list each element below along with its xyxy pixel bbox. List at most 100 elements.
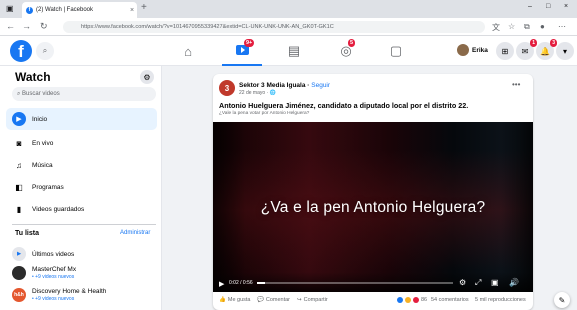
comments-count[interactable]: 54 comentarios: [431, 297, 469, 303]
settings-gear-icon[interactable]: ⚙: [459, 278, 466, 287]
sidebar-item-label: En vivo: [32, 139, 54, 147]
follow-button[interactable]: Seguir: [311, 82, 330, 89]
like-reaction-icon: [397, 297, 403, 303]
post-date[interactable]: 22 de mayo · 🌐: [239, 90, 276, 96]
window-menu-icon[interactable]: ▣: [6, 4, 14, 13]
list-item-discovery[interactable]: h&h Discovery Home & Health • +9 videos …: [12, 288, 162, 302]
translate-icon[interactable]: 文: [492, 22, 500, 33]
list-item-latest-videos[interactable]: ▶ Últimos videos: [12, 247, 162, 261]
profile-button[interactable]: Erika: [457, 44, 488, 56]
more-options-icon[interactable]: •••: [512, 80, 520, 89]
nav-gaming-icon[interactable]: ▢: [376, 36, 416, 66]
post-page-header: Sektor 3 Media Iguala · Seguir: [239, 82, 331, 89]
list-item-name: Últimos videos: [32, 250, 75, 258]
facebook-logo[interactable]: f: [10, 40, 32, 62]
new-tab-button[interactable]: +: [141, 2, 147, 13]
sidebar-item-programas[interactable]: ◧ Programas: [6, 176, 157, 198]
volume-icon[interactable]: 🔊: [509, 278, 519, 287]
new-videos-count: • +9 videos nuevos: [32, 274, 75, 280]
watch-badge: 9+: [244, 39, 255, 47]
video-seek-bar[interactable]: [257, 282, 453, 284]
messenger-icon: ✉: [521, 46, 529, 56]
video-post-card: 3 Sektor 3 Media Iguala · Seguir 22 de m…: [213, 74, 533, 310]
browser-tab[interactable]: f (2) Watch | Facebook ×: [22, 2, 137, 18]
list-item-masterchef[interactable]: MasterChef Mx • +9 videos nuevos: [12, 266, 162, 280]
nav-watch-tab[interactable]: 9+: [222, 36, 262, 66]
close-window-button[interactable]: ×: [564, 3, 568, 10]
your-list-header: Tu lista: [15, 230, 39, 237]
tab-title: (2) Watch | Facebook: [36, 7, 94, 13]
facebook-header: f ⌕ ⌂ 9+ ▤ ◎ 5 ▢ Erika ⊞ ✉ 1 🔔 3 ▾: [0, 36, 577, 66]
new-videos-count: • +9 videos nuevos: [32, 296, 75, 302]
notifications-button[interactable]: 🔔 3: [536, 39, 557, 60]
settings-gear-icon[interactable]: ⚙: [140, 70, 154, 84]
like-button[interactable]: 👍 Me gusta: [219, 297, 250, 303]
sidebar-item-en-vivo[interactable]: ◙ En vivo: [6, 132, 157, 154]
latest-videos-icon: ▶: [12, 247, 26, 261]
music-icon: ♫: [16, 160, 22, 170]
url-field[interactable]: https://www.facebook.com/watch/?v=101467…: [63, 21, 485, 33]
like-icon: 👍: [219, 297, 226, 303]
list-item-name: MasterChef Mx: [32, 266, 77, 273]
nav-marketplace-icon[interactable]: ▤: [274, 36, 314, 66]
live-icon: ◙: [16, 138, 22, 148]
video-controls: ▶ 0:02 / 0:56 ⚙ ⤢ ▣ 🔊: [213, 272, 533, 292]
sidebar-item-musica[interactable]: ♫ Música: [6, 154, 157, 176]
fullscreen-icon[interactable]: ⤢: [475, 278, 481, 288]
nav-groups-tab[interactable]: ◎ 5: [326, 36, 366, 66]
browser-tab-bar: ▣ f (2) Watch | Facebook × + – □ ×: [0, 0, 577, 18]
reactions-summary[interactable]: 86: [397, 297, 427, 303]
post-actions-bar: 👍 Me gusta 💬 Comentar ↪ Compartir 86 54 …: [213, 292, 533, 310]
forward-icon[interactable]: →: [22, 21, 31, 31]
nav-home-icon[interactable]: ⌂: [168, 36, 208, 66]
views-count: 5 mil reproducciones: [475, 297, 526, 303]
sidebar-divider: [12, 224, 156, 225]
sidebar-title: Watch: [15, 70, 51, 84]
video-caption-text: ¿Va e la pen Antonio Helguera?: [260, 199, 486, 216]
new-message-icon[interactable]: ✎: [554, 292, 570, 308]
search-videos-input[interactable]: ⌕ Buscar videos: [12, 87, 156, 101]
minimize-button[interactable]: –: [528, 3, 532, 10]
tab-close-icon[interactable]: ×: [127, 7, 137, 14]
post-subtitle: ¿Vale la pena votar por Antonio Helguera…: [219, 111, 310, 116]
search-icon[interactable]: ⌕: [36, 42, 54, 60]
avatar: [12, 266, 26, 280]
messenger-badge: 1: [530, 39, 537, 47]
sidebar-item-inicio[interactable]: ▶ Inicio: [6, 108, 157, 130]
share-label: Compartir: [303, 297, 328, 303]
like-label: Me gusta: [227, 297, 251, 303]
list-item-name: Discovery Home & Health: [32, 288, 107, 295]
collections-icon[interactable]: ⧉: [524, 22, 530, 32]
bookmark-star-icon[interactable]: ☆: [508, 22, 515, 31]
video-player[interactable]: ¿Va e la pen Antonio Helguera? ▶ 0:02 / …: [213, 122, 533, 292]
video-time: 0:02 / 0:56: [229, 280, 253, 286]
page-name-link[interactable]: Sektor 3 Media Iguala: [239, 82, 305, 89]
reload-icon[interactable]: ↻: [40, 21, 48, 32]
profile-name: Erika: [472, 46, 488, 54]
manage-list-link[interactable]: Administrar: [120, 230, 150, 236]
maximize-button[interactable]: □: [546, 3, 550, 10]
play-icon[interactable]: ▶: [219, 280, 224, 288]
share-button[interactable]: ↪ Compartir: [297, 297, 328, 303]
menu-grid-icon[interactable]: ⊞: [496, 42, 514, 60]
sidebar-item-videos-guardados[interactable]: ▮ Videos guardados: [6, 198, 157, 220]
notifications-badge: 3: [550, 39, 557, 47]
browser-menu-icon[interactable]: ⋯: [558, 22, 566, 31]
groups-badge: 5: [348, 39, 356, 47]
avatar: h&h: [12, 288, 26, 302]
back-icon[interactable]: ←: [6, 21, 15, 31]
pip-icon[interactable]: ▣: [491, 278, 499, 287]
messenger-button[interactable]: ✉ 1: [516, 39, 537, 60]
post-title: Antonio Huelguera Jiménez, candidato a d…: [219, 101, 469, 110]
share-icon: ↪: [297, 297, 302, 303]
watch-sidebar: Watch ⚙ ⌕ Buscar videos ▶ Inicio ◙ En vi…: [0, 66, 162, 310]
profile-icon[interactable]: ●: [540, 22, 545, 31]
sidebar-item-label: Música: [32, 161, 53, 169]
account-menu-icon[interactable]: ▾: [556, 42, 574, 60]
shows-icon: ◧: [15, 182, 23, 192]
sidebar-item-label: Programas: [32, 183, 64, 191]
comment-icon: 💬: [257, 297, 264, 303]
sidebar-item-label: Videos guardados: [32, 205, 85, 213]
page-avatar[interactable]: 3: [219, 80, 235, 96]
comment-button[interactable]: 💬 Comentar: [257, 297, 290, 303]
